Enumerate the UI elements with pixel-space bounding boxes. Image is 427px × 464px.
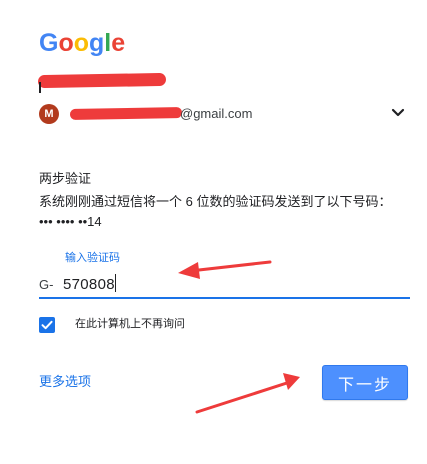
verification-description: 系统刚刚通过短信将一个 6 位数的验证码发送到了以下号码：••• •••• ••… [39, 194, 392, 229]
name-stub [39, 82, 41, 93]
redacted-name [37, 72, 167, 89]
account-email: @gmail.com [180, 106, 253, 121]
logo-letter: o [73, 29, 90, 57]
arrow-to-next-icon [195, 373, 300, 414]
logo-letter: g [89, 29, 105, 57]
google-logo: Google [39, 26, 125, 60]
checkmark-icon [41, 320, 53, 330]
code-prefix: G- [39, 277, 54, 292]
code-field-label: 输入验证码 [65, 252, 120, 264]
chevron-down-icon[interactable] [388, 103, 408, 123]
code-field-underline [39, 297, 410, 299]
logo-letter: e [111, 29, 126, 57]
remember-checkbox[interactable] [39, 317, 55, 333]
text-caret [115, 274, 116, 292]
avatar: M [39, 104, 59, 124]
logo-letter: G [39, 29, 59, 57]
remember-label[interactable]: 在此计算机上不再询问 [75, 316, 185, 332]
logo-letter: o [58, 29, 74, 57]
page-title: 两步验证 [39, 171, 92, 186]
redacted-email [69, 107, 183, 120]
logo-letter: l [104, 29, 112, 57]
next-button[interactable]: 下一步 [322, 365, 408, 400]
verification-code-input[interactable] [63, 273, 363, 295]
more-options-link[interactable]: 更多选项 [39, 374, 91, 390]
